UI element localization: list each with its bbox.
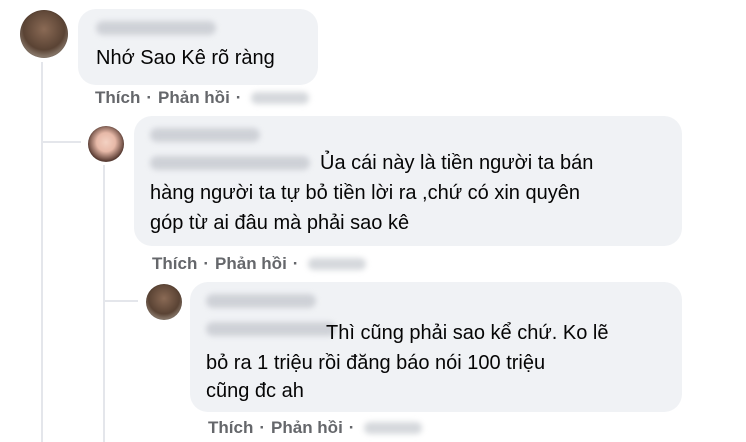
avatar[interactable] xyxy=(88,126,124,162)
comment-text: cũng đc ah xyxy=(206,380,304,402)
comment-bubble: Ủa cái này là tiền người ta bán hàng ngư… xyxy=(134,116,682,246)
comment-actions: Thích · Phản hồi · xyxy=(208,418,423,438)
reply-button[interactable]: Phản hồi xyxy=(271,418,343,438)
thread-line-branch-1 xyxy=(41,141,81,143)
like-button[interactable]: Thích xyxy=(152,254,197,274)
separator: · xyxy=(259,418,266,437)
comment-actions: Thích · Phản hồi · xyxy=(152,254,367,274)
like-button[interactable]: Thích xyxy=(95,88,140,108)
comment-text: bỏ ra 1 triệu rồi đăng báo nói 100 triệu xyxy=(206,352,546,374)
reply-button[interactable]: Phản hồi xyxy=(158,88,230,108)
comment-text: Nhớ Sao Kê rõ ràng xyxy=(96,47,275,69)
reply-button[interactable]: Phản hồi xyxy=(215,254,287,274)
comment-bubble: Nhớ Sao Kê rõ ràng xyxy=(78,9,318,85)
separator: · xyxy=(203,254,210,273)
comment-text: Ủa cái này là tiền người ta bán xyxy=(320,152,594,174)
separator: · xyxy=(292,254,299,273)
comment-text: Thì cũng phải sao kể chứ. Ko lẽ xyxy=(326,322,609,344)
author-name-blurred[interactable] xyxy=(150,156,310,170)
thread-line-sub xyxy=(103,165,105,442)
separator: · xyxy=(146,88,153,107)
comment-bubble: Thì cũng phải sao kể chứ. Ko lẽ bỏ ra 1 … xyxy=(190,282,682,412)
author-name-blurred[interactable] xyxy=(150,128,260,142)
timestamp-blurred[interactable] xyxy=(364,422,423,434)
separator: · xyxy=(348,418,355,437)
comment-text: hàng người ta tự bỏ tiền lời ra ,chứ có … xyxy=(150,182,580,204)
avatar[interactable] xyxy=(20,10,68,58)
author-name-blurred[interactable] xyxy=(206,322,336,336)
author-name-blurred[interactable] xyxy=(206,294,316,308)
thread-line-branch-2 xyxy=(103,300,138,302)
like-button[interactable]: Thích xyxy=(208,418,253,438)
avatar[interactable] xyxy=(146,284,182,320)
thread-line-main xyxy=(41,62,43,442)
separator: · xyxy=(235,88,242,107)
author-name-blurred[interactable] xyxy=(96,21,216,35)
timestamp-blurred[interactable] xyxy=(308,258,367,270)
timestamp-blurred[interactable] xyxy=(251,92,310,104)
comment-actions: Thích · Phản hồi · xyxy=(95,88,310,108)
comment-text: góp từ ai đâu mà phải sao kê xyxy=(150,212,410,234)
